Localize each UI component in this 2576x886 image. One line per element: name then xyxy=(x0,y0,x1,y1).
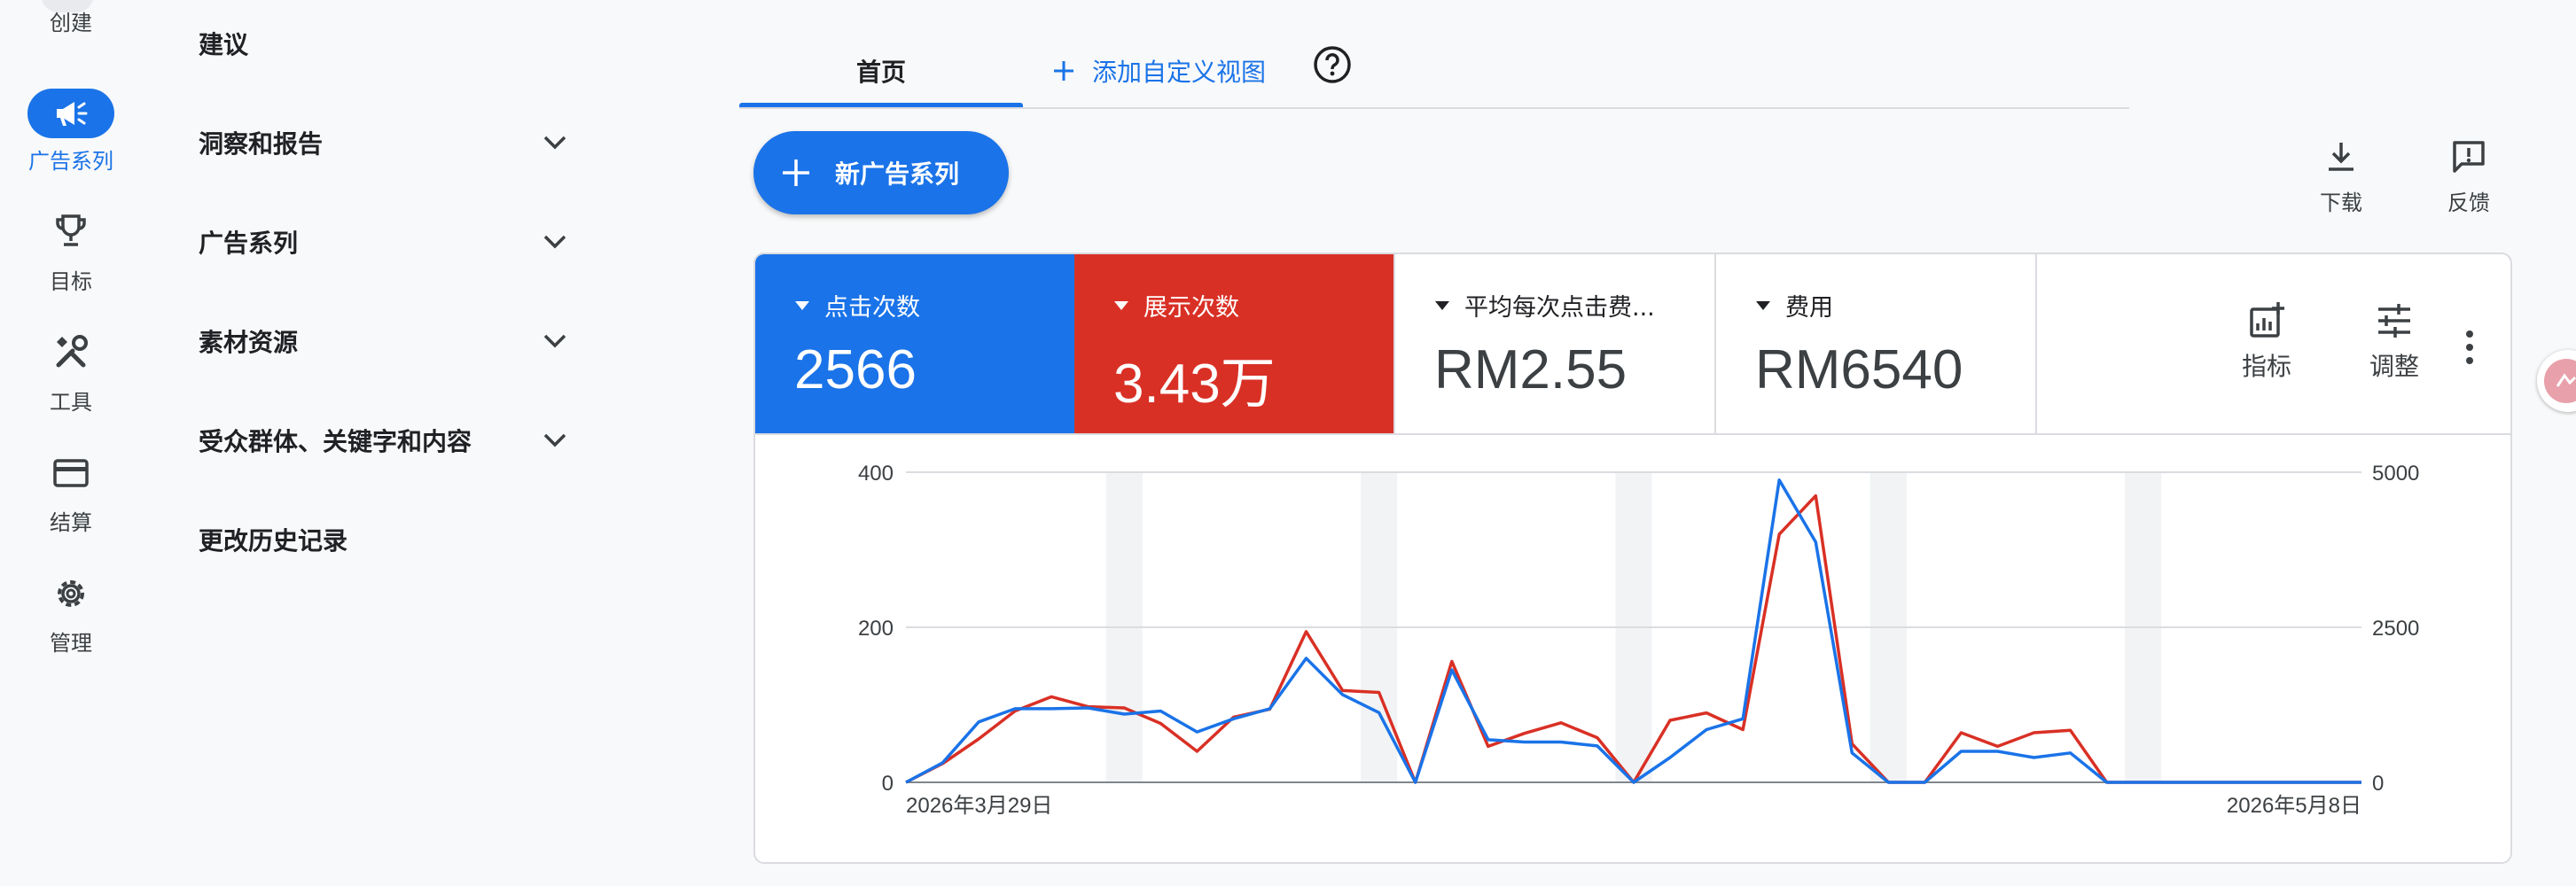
dropdown-arrow-icon xyxy=(1114,300,1128,310)
rail-label-admin[interactable]: 管理 xyxy=(0,626,142,657)
campaign-megaphone-icon xyxy=(57,102,88,126)
assistant-icon xyxy=(2544,359,2576,403)
download-label: 下载 xyxy=(2320,190,2362,215)
rail-item-admin[interactable] xyxy=(0,574,142,617)
rail-create-label[interactable]: 创建 xyxy=(0,5,142,36)
rail-item-campaigns[interactable] xyxy=(27,89,114,138)
performance-card: 点击次数 2566 展示次数 3.43万 平均每次点击费... RM2.55 费… xyxy=(753,253,2512,864)
right-axis-tick: 0 xyxy=(2372,772,2384,796)
new-campaign-button[interactable]: 新广告系列 xyxy=(753,131,1009,214)
nav-item-label: 洞察和报告 xyxy=(199,129,324,159)
nav-item-assets[interactable]: 素材资源 xyxy=(199,315,571,368)
tab-home[interactable]: 首页 xyxy=(739,35,1023,106)
left-axis-tick: 0 xyxy=(882,772,894,796)
dropdown-arrow-icon xyxy=(1756,300,1770,310)
plus-icon xyxy=(1054,61,1073,81)
nav-item-change-history[interactable]: 更改历史记录 xyxy=(199,513,571,566)
trophy-icon xyxy=(56,214,86,246)
x-axis-start-label: 2026年3月29日 xyxy=(906,794,1052,818)
left-axis-tick: 400 xyxy=(858,462,894,486)
metric-impressions[interactable]: 展示次数 3.43万 xyxy=(1074,254,1393,433)
adjust-button[interactable]: 调整 xyxy=(2346,300,2443,383)
nav-item-audiences-keywords[interactable]: 受众群体、关键字和内容 xyxy=(199,414,571,467)
nav-item-label: 更改历史记录 xyxy=(199,526,348,556)
dropdown-arrow-icon xyxy=(1435,300,1449,310)
rail-label-tools[interactable]: 工具 xyxy=(0,385,142,416)
metric-value: RM2.55 xyxy=(1434,339,1628,400)
right-axis-tick: 2500 xyxy=(2372,617,2419,641)
download-button[interactable]: 下载 xyxy=(2292,137,2390,216)
floating-assistant-button[interactable] xyxy=(2537,350,2576,412)
left-axis-tick: 200 xyxy=(858,617,894,641)
metric-avg-cpc[interactable]: 平均每次点击费... RM2.55 xyxy=(1393,254,1714,433)
chevron-down-icon[interactable] xyxy=(539,127,571,159)
performance-line-chart: 400 5000 200 2500 0 0 2026年3月29日 2026年5月8日 xyxy=(858,462,2419,818)
tools-icon xyxy=(56,335,88,368)
more-options-icon[interactable] xyxy=(2452,325,2487,369)
metrics-divider xyxy=(2035,254,2037,433)
metric-label: 平均每次点击费... xyxy=(1464,294,1655,322)
plus-icon xyxy=(783,159,809,186)
dropdown-arrow-icon xyxy=(795,300,809,310)
metric-value: 2566 xyxy=(794,339,917,400)
right-axis-tick: 5000 xyxy=(2372,462,2419,486)
metric-label: 点击次数 xyxy=(824,294,920,322)
metrics-button[interactable]: 指标 xyxy=(2218,300,2315,383)
tab-add-custom-view-label: 添加自定义视图 xyxy=(1092,58,1267,87)
nav-item-campaigns[interactable]: 广告系列 xyxy=(199,215,571,268)
add-chart-icon xyxy=(2250,302,2284,338)
rail-label-billing[interactable]: 结算 xyxy=(0,505,142,536)
tune-icon xyxy=(2378,304,2410,338)
metrics-button-label: 指标 xyxy=(2241,352,2291,381)
feedback-button[interactable]: 反馈 xyxy=(2420,137,2517,216)
gear-icon xyxy=(58,580,84,607)
feedback-label: 反馈 xyxy=(2447,190,2490,215)
chevron-down-icon[interactable] xyxy=(539,424,571,456)
nav-item-insights-reports[interactable]: 洞察和报告 xyxy=(199,116,571,169)
download-icon xyxy=(2329,143,2354,171)
rail-item-goals[interactable] xyxy=(0,211,142,253)
nav-item-recommendations[interactable]: 建议 xyxy=(199,17,571,70)
nav-item-label: 广告系列 xyxy=(199,229,299,258)
nav-item-label: 受众群体、关键字和内容 xyxy=(199,427,472,456)
rail-item-tools[interactable] xyxy=(0,333,142,376)
rail-label-goals[interactable]: 目标 xyxy=(0,264,142,295)
metric-label: 展示次数 xyxy=(1144,294,1239,322)
x-axis-end-label: 2026年5月8日 xyxy=(2227,794,2361,818)
feedback-icon xyxy=(2453,141,2485,173)
tab-home-indicator xyxy=(739,103,1023,107)
metric-value: 3.43万 xyxy=(1113,354,1276,415)
chevron-down-icon[interactable] xyxy=(539,325,571,357)
tab-add-custom-view[interactable]: 添加自定义视图 xyxy=(1051,35,1266,106)
metric-cost[interactable]: 费用 RM6540 xyxy=(1714,254,2035,433)
metric-clicks[interactable]: 点击次数 2566 xyxy=(755,254,1074,433)
chevron-down-icon[interactable] xyxy=(539,226,571,258)
rail-label-campaigns[interactable]: 广告系列 xyxy=(0,144,142,175)
tabs-divider xyxy=(739,107,2129,109)
new-campaign-label: 新广告系列 xyxy=(835,160,960,188)
metric-value: RM6540 xyxy=(1755,339,1963,400)
nav-item-label: 素材资源 xyxy=(199,328,299,357)
credit-card-icon xyxy=(53,459,89,487)
adjust-button-label: 调整 xyxy=(2369,352,2419,381)
help-icon[interactable] xyxy=(1312,44,1353,85)
nav-item-label: 建议 xyxy=(199,30,249,59)
metric-label: 费用 xyxy=(1785,294,1833,322)
rail-item-billing[interactable] xyxy=(0,455,142,494)
